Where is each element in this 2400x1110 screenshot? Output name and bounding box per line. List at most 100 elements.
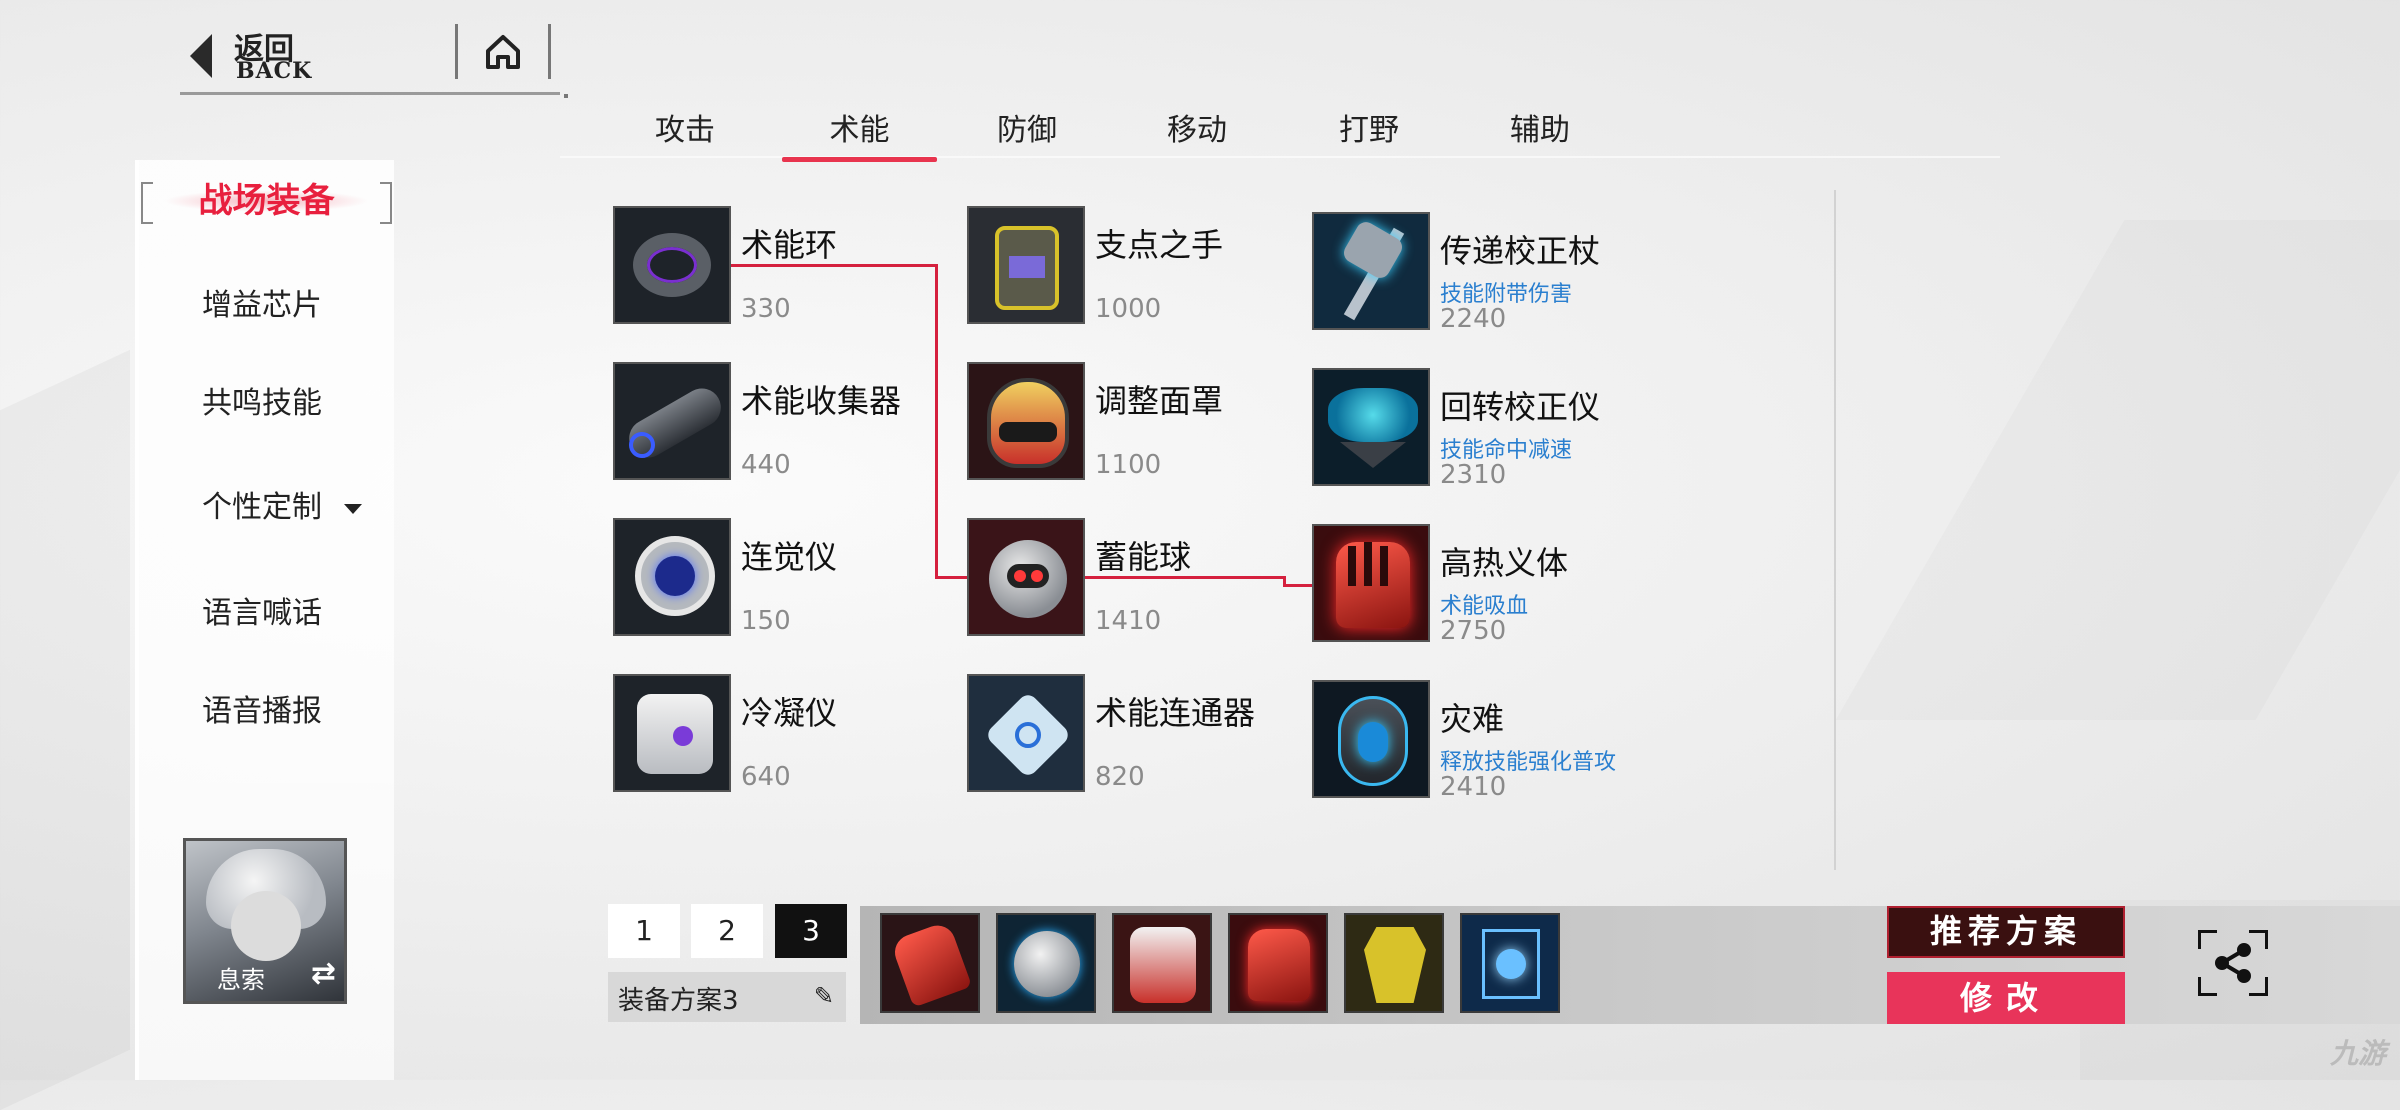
- item-name: 支点之手: [1095, 226, 1224, 264]
- item-card[interactable]: 术能连通器 820: [967, 674, 1307, 794]
- item-name: 高热义体: [1440, 544, 1569, 582]
- item-price: 440: [741, 450, 791, 480]
- energy-orb-icon: [967, 518, 1085, 636]
- item-name: 灾难: [1440, 700, 1505, 738]
- item-card[interactable]: 高热义体 术能吸血 2750: [1312, 524, 1652, 648]
- back-bar: 返回 BACK: [180, 22, 568, 98]
- item-name: 蓄能球: [1095, 538, 1192, 576]
- data-cube-core: [1496, 949, 1526, 979]
- staff-icon: [1312, 212, 1430, 330]
- tab-attack[interactable]: 攻击: [610, 106, 760, 156]
- collector-icon: [613, 362, 731, 480]
- item-name: 回转校正仪: [1440, 388, 1601, 426]
- item-card[interactable]: 连觉仪 150: [613, 518, 953, 638]
- chevron-down-icon: [344, 503, 362, 514]
- item-card[interactable]: 术能收集器 440: [613, 362, 953, 482]
- item-price: 1410: [1095, 606, 1162, 636]
- helmet-icon: [1014, 931, 1080, 997]
- boot-icon: [889, 920, 973, 1008]
- item-price: 2750: [1440, 616, 1507, 646]
- item-name: 术能收集器: [741, 382, 902, 420]
- shield-plate-icon: [1364, 927, 1426, 1003]
- share-button[interactable]: [2198, 930, 2268, 996]
- item-price: 820: [1095, 762, 1145, 792]
- tab-support[interactable]: 辅助: [1465, 106, 1615, 156]
- build-slot[interactable]: [1460, 913, 1560, 1013]
- share-icon: [2215, 943, 2251, 983]
- build-slot[interactable]: [1112, 913, 1212, 1013]
- armor-icon: [1130, 927, 1196, 1003]
- build-slots-bar: [860, 906, 2400, 1024]
- tab-jungle[interactable]: 打野: [1294, 106, 1444, 156]
- build-page-3[interactable]: 3: [775, 904, 847, 958]
- build-page-2[interactable]: 2: [691, 904, 763, 958]
- sidebar-item-text-chat[interactable]: 语言喊话: [202, 588, 322, 632]
- back-arrow-icon[interactable]: [190, 34, 212, 78]
- item-card[interactable]: 灾难 释放技能强化普攻 2410: [1312, 680, 1652, 804]
- tab-defense[interactable]: 防御: [952, 106, 1102, 156]
- item-card[interactable]: 蓄能球 1410: [967, 518, 1307, 638]
- hot-prosthetic-icon: [1248, 929, 1310, 1001]
- sensor-orb-icon: [613, 518, 731, 636]
- item-price: 2310: [1440, 460, 1507, 490]
- item-name: 冷凝仪: [741, 694, 838, 732]
- sidebar-item-voice[interactable]: 语音播报: [202, 686, 322, 730]
- tab-ability[interactable]: 术能: [782, 106, 937, 162]
- recommend-scheme-button[interactable]: 推荐方案: [1887, 906, 2125, 958]
- condenser-icon: [613, 674, 731, 792]
- sidebar-title[interactable]: 战场装备: [139, 180, 394, 228]
- item-price: 2240: [1440, 304, 1507, 334]
- tab-movement[interactable]: 移动: [1122, 106, 1272, 156]
- item-name: 术能连通器: [1095, 694, 1256, 732]
- sidebar-item-customize-label: 个性定制: [202, 490, 322, 525]
- item-price: 330: [741, 294, 791, 324]
- modify-button[interactable]: 修改: [1887, 972, 2125, 1024]
- disaster-core-icon: [1312, 680, 1430, 798]
- item-price: 2410: [1440, 772, 1507, 802]
- tab-divider: [560, 156, 2000, 158]
- back-bar-dot: [564, 94, 568, 98]
- ring-icon: [613, 206, 731, 324]
- item-card[interactable]: 冷凝仪 640: [613, 674, 953, 794]
- home-icon: [486, 35, 520, 69]
- item-price: 640: [741, 762, 791, 792]
- build-slot[interactable]: [996, 913, 1096, 1013]
- item-card[interactable]: 传递校正杖 技能附带伤害 2240: [1312, 212, 1652, 336]
- rotary-device-icon: [1312, 368, 1430, 486]
- build-slot[interactable]: [1344, 913, 1444, 1013]
- item-price: 1100: [1095, 450, 1162, 480]
- item-card[interactable]: 回转校正仪 技能命中减速 2310: [1312, 368, 1652, 492]
- sidebar-item-buff-chips[interactable]: 增益芯片: [202, 280, 322, 324]
- item-name: 连觉仪: [741, 538, 838, 576]
- build-slot[interactable]: [1228, 913, 1328, 1013]
- item-name: 传递校正杖: [1440, 232, 1601, 270]
- swap-icon[interactable]: ⇄: [311, 956, 336, 991]
- build-slot[interactable]: [880, 913, 980, 1013]
- item-card[interactable]: 调整面罩 1100: [967, 362, 1307, 482]
- item-price: 150: [741, 606, 791, 636]
- build-page-1[interactable]: 1: [608, 904, 680, 958]
- panel-divider: [1834, 190, 1836, 870]
- item-name: 调整面罩: [1095, 382, 1224, 420]
- gauntlet-icon: [967, 206, 1085, 324]
- scheme-name-field[interactable]: 装备方案3 ✎: [608, 972, 846, 1022]
- item-card[interactable]: 术能环 330: [613, 206, 953, 326]
- pencil-icon[interactable]: ✎: [814, 982, 834, 1010]
- item-card[interactable]: 支点之手 1000: [967, 206, 1307, 326]
- home-button[interactable]: [455, 24, 551, 79]
- bracket-right: [380, 182, 392, 224]
- character-avatar[interactable]: 息索 ⇄: [183, 838, 347, 1004]
- scheme-label: 装备方案3: [618, 986, 739, 1016]
- character-name: 息索: [217, 966, 265, 994]
- sidebar-title-text: 战场装备: [198, 181, 335, 221]
- sidebar-item-resonance-skill[interactable]: 共鸣技能: [202, 378, 322, 422]
- item-name: 术能环: [741, 226, 838, 264]
- avatar-face: [231, 891, 301, 961]
- sidebar-item-customize[interactable]: 个性定制: [202, 482, 362, 526]
- item-price: 1000: [1095, 294, 1162, 324]
- mask-icon: [967, 362, 1085, 480]
- watermark: 九游: [2329, 1037, 2386, 1070]
- hot-prosthetic-icon: [1312, 524, 1430, 642]
- connector-icon: [967, 674, 1085, 792]
- back-label-en[interactable]: BACK: [236, 58, 312, 84]
